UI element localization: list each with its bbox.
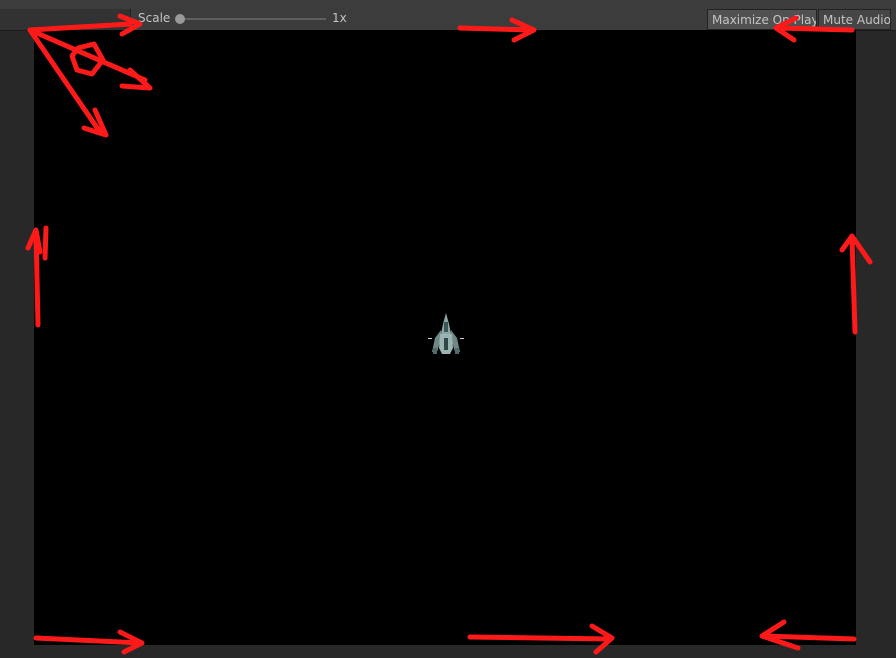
scale-value: 1x	[332, 11, 347, 25]
scale-label: Scale	[138, 11, 171, 25]
spaceship-sprite	[428, 313, 464, 354]
mute-audio-toggle[interactable]: Mute Audio	[818, 9, 891, 30]
game-toolbar: Scale 1x Maximize On Play Mute Audio	[0, 0, 896, 31]
scale-slider[interactable]	[180, 18, 326, 20]
display-dropdown[interactable]	[0, 9, 131, 30]
scale-slider-handle[interactable]	[175, 14, 185, 24]
game-window: Scale 1x Maximize On Play Mute Audio	[0, 0, 896, 658]
maximize-on-play-toggle[interactable]: Maximize On Play	[707, 9, 817, 30]
